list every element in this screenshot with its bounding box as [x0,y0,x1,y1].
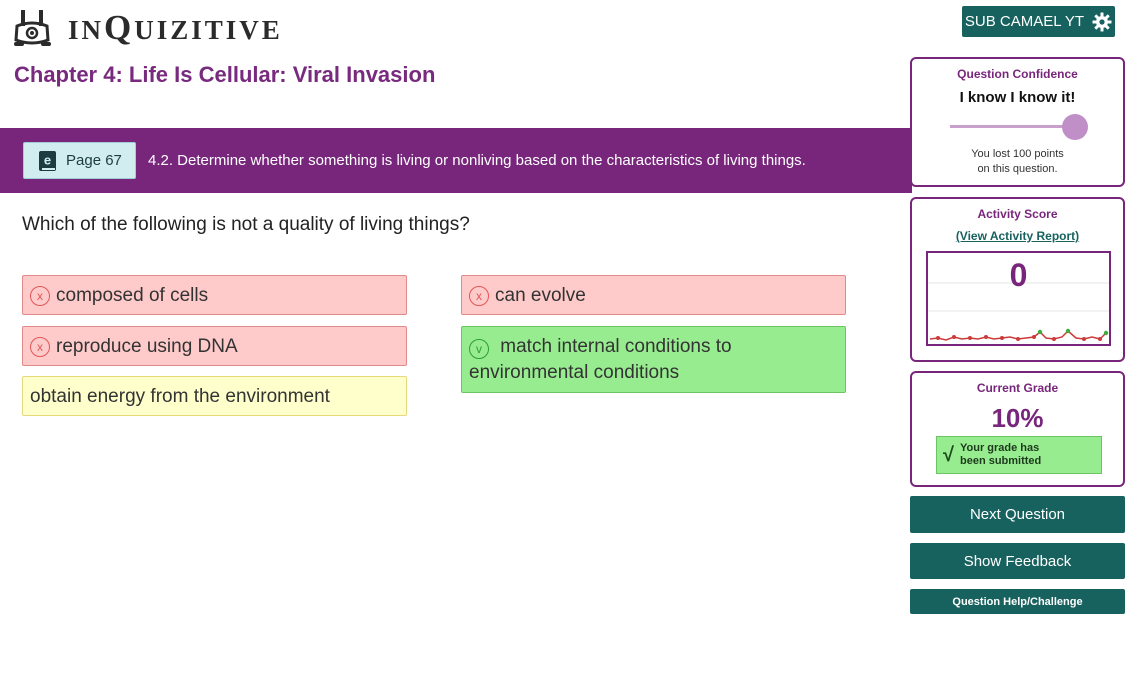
gear-icon [1092,12,1112,31]
answer-label: reproduce using DNA [56,336,238,357]
activity-score-panel: Activity Score (View Activity Report) 0 [910,197,1125,362]
question-help-challenge-button[interactable]: Question Help/Challenge [910,589,1125,614]
activity-score-graph: 0 [926,251,1111,346]
confidence-slider-handle[interactable] [1062,114,1088,140]
question-confidence-panel: Question Confidence I know I know it! Yo… [910,57,1125,187]
show-feedback-button[interactable]: Show Feedback [910,543,1125,579]
answer-option[interactable]: x can evolve [461,275,846,315]
incorrect-x-icon: x [30,286,50,306]
next-question-button[interactable]: Next Question [910,496,1125,533]
question-text: Which of the following is not a quality … [22,214,470,235]
answer-option-correct[interactable]: v match internal conditions to environme… [461,326,846,393]
answer-label: obtain energy from the environment [30,386,330,407]
logo-wordmark: INQUIZITIVE [68,8,283,47]
activity-score-value: 0 [1009,257,1028,293]
correct-check-icon: v [469,339,489,359]
inquizitive-logo: INQUIZITIVE [12,8,283,48]
grade-submitted-badge: √ Your grade has been submitted [936,436,1102,474]
svg-text:e: e [44,152,51,167]
answer-option[interactable]: obtain energy from the environment [22,376,407,416]
incorrect-x-icon: x [469,286,489,306]
current-grade-panel: Current Grade 10% √ Your grade has been … [910,371,1125,487]
incorrect-x-icon: x [30,337,50,357]
chapter-title: Chapter 4: Life Is Cellular: Viral Invas… [14,62,436,87]
answer-label: match internal conditions to environment… [469,336,732,383]
user-settings-button[interactable]: SUB CAMAEL YT [962,6,1115,37]
answer-label: can evolve [495,285,586,306]
page-number-label: Page 67 [66,152,122,169]
current-grade-value: 10% [991,403,1044,433]
points-lost-note: You lost 100 points on this question. [971,148,1064,175]
user-name-label: SUB CAMAEL YT [964,13,1085,30]
checkmark-icon: √ [943,443,954,466]
activity-score-title: Activity Score [977,207,1058,221]
answer-option[interactable]: x reproduce using DNA [22,326,407,366]
ebook-icon: e [39,150,56,171]
answer-option[interactable]: x composed of cells [22,275,407,315]
current-grade-title: Current Grade [976,381,1059,395]
answer-label: composed of cells [56,285,209,306]
ebook-page-button[interactable]: e Page 67 [23,142,136,179]
learning-objective: 4.2. Determine whether something is livi… [148,152,806,169]
confidence-title: Question Confidence [957,67,1078,81]
confidence-value: I know I know it! [959,89,1076,106]
confidence-slider-track[interactable] [950,125,1078,128]
view-activity-report-link[interactable]: (View Activity Report) [912,229,1123,243]
mascot-logo-icon [14,10,51,46]
